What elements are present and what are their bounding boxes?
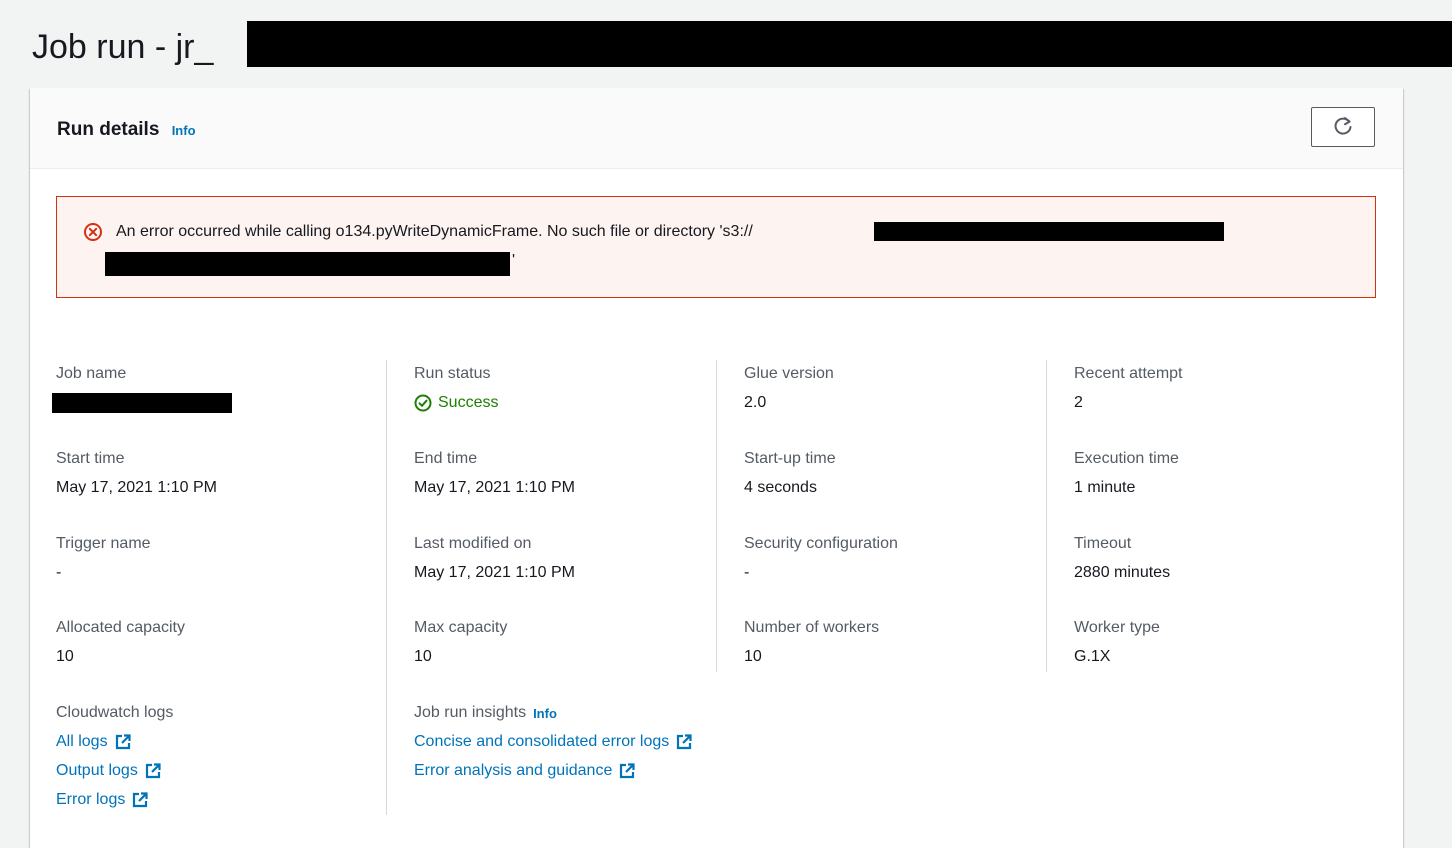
run-status-text: Success — [438, 394, 499, 411]
max-capacity-label: Max capacity — [414, 619, 508, 636]
job-name-label: Job name — [56, 365, 127, 382]
timeout-label: Timeout — [1074, 535, 1132, 552]
alert-closing-quote: ' — [512, 252, 516, 269]
refresh-icon — [1334, 117, 1352, 135]
concise-error-logs-link-text: Concise and consolidated error logs — [414, 733, 670, 750]
alert-message: An error occurred while calling o134.pyW… — [116, 223, 753, 240]
external-link-icon — [145, 763, 161, 779]
security-config-label: Security configuration — [744, 535, 898, 552]
execution-time-label: Execution time — [1074, 450, 1179, 467]
glue-version-label: Glue version — [744, 365, 834, 382]
redacted-s3-path — [874, 222, 1224, 241]
trigger-name-value: - — [56, 564, 62, 581]
job-run-insights-text: Job run insights — [414, 704, 527, 721]
glue-version-value: 2.0 — [744, 394, 767, 411]
num-workers-label: Number of workers — [744, 619, 880, 636]
refresh-button[interactable] — [1311, 107, 1375, 147]
num-workers-value: 10 — [744, 648, 762, 665]
external-link-icon — [133, 792, 148, 808]
error-logs-link[interactable]: Error logs — [56, 791, 149, 809]
execution-time-value: 1 minute — [1074, 479, 1136, 496]
end-time-value: May 17, 2021 1:10 PM — [414, 479, 575, 496]
job-run-insights-label: Job run insights Info — [414, 704, 557, 722]
panel-header: Run details Info — [30, 88, 1403, 169]
start-time-label: Start time — [56, 450, 125, 467]
timeout-value: 2880 minutes — [1074, 564, 1171, 581]
all-logs-link[interactable]: All logs — [56, 733, 132, 751]
run-status-label: Run status — [414, 365, 491, 382]
redacted-s3-path-continued — [105, 252, 510, 276]
redacted-job-name — [52, 393, 232, 413]
success-icon — [414, 394, 432, 412]
security-config-value: - — [744, 564, 750, 581]
external-link-icon — [115, 734, 131, 750]
page-title: Job run - jr_ — [32, 28, 214, 66]
max-capacity-value: 10 — [414, 648, 432, 665]
recent-attempt-label: Recent attempt — [1074, 365, 1183, 382]
last-modified-value: May 17, 2021 1:10 PM — [414, 564, 575, 581]
error-analysis-link-text: Error analysis and guidance — [414, 762, 613, 779]
error-alert: An error occurred while calling o134.pyW… — [56, 196, 1376, 298]
start-time-value: May 17, 2021 1:10 PM — [56, 479, 217, 496]
redacted-job-run-id — [247, 21, 1452, 67]
worker-type-label: Worker type — [1074, 619, 1160, 636]
error-icon — [84, 223, 102, 241]
column-divider — [716, 360, 717, 672]
panel-title: Run details Info — [57, 119, 196, 141]
worker-type-value: G.1X — [1074, 648, 1111, 665]
external-link-icon — [677, 734, 692, 750]
error-logs-link-text: Error logs — [56, 791, 126, 808]
run-status-value: Success — [414, 394, 498, 412]
startup-time-label: Start-up time — [744, 450, 836, 467]
concise-error-logs-link[interactable]: Concise and consolidated error logs — [414, 733, 693, 751]
run-details-info-link[interactable]: Info — [172, 123, 196, 138]
column-divider — [386, 360, 387, 815]
recent-attempt-value: 2 — [1074, 394, 1083, 411]
run-details-panel: Run details Info An error occurred while… — [30, 88, 1403, 848]
end-time-label: End time — [414, 450, 478, 467]
startup-time-value: 4 seconds — [744, 479, 817, 496]
allocated-capacity-value: 10 — [56, 648, 74, 665]
external-link-icon — [620, 763, 635, 779]
trigger-name-label: Trigger name — [56, 535, 151, 552]
all-logs-link-text: All logs — [56, 733, 108, 750]
allocated-capacity-label: Allocated capacity — [56, 619, 185, 636]
last-modified-label: Last modified on — [414, 535, 532, 552]
insights-info-link[interactable]: Info — [533, 706, 557, 721]
panel-title-text: Run details — [57, 119, 160, 140]
cloudwatch-logs-label: Cloudwatch logs — [56, 704, 174, 721]
column-divider — [1046, 360, 1047, 672]
error-analysis-link[interactable]: Error analysis and guidance — [414, 762, 636, 780]
output-logs-link-text: Output logs — [56, 762, 138, 779]
output-logs-link[interactable]: Output logs — [56, 762, 162, 780]
